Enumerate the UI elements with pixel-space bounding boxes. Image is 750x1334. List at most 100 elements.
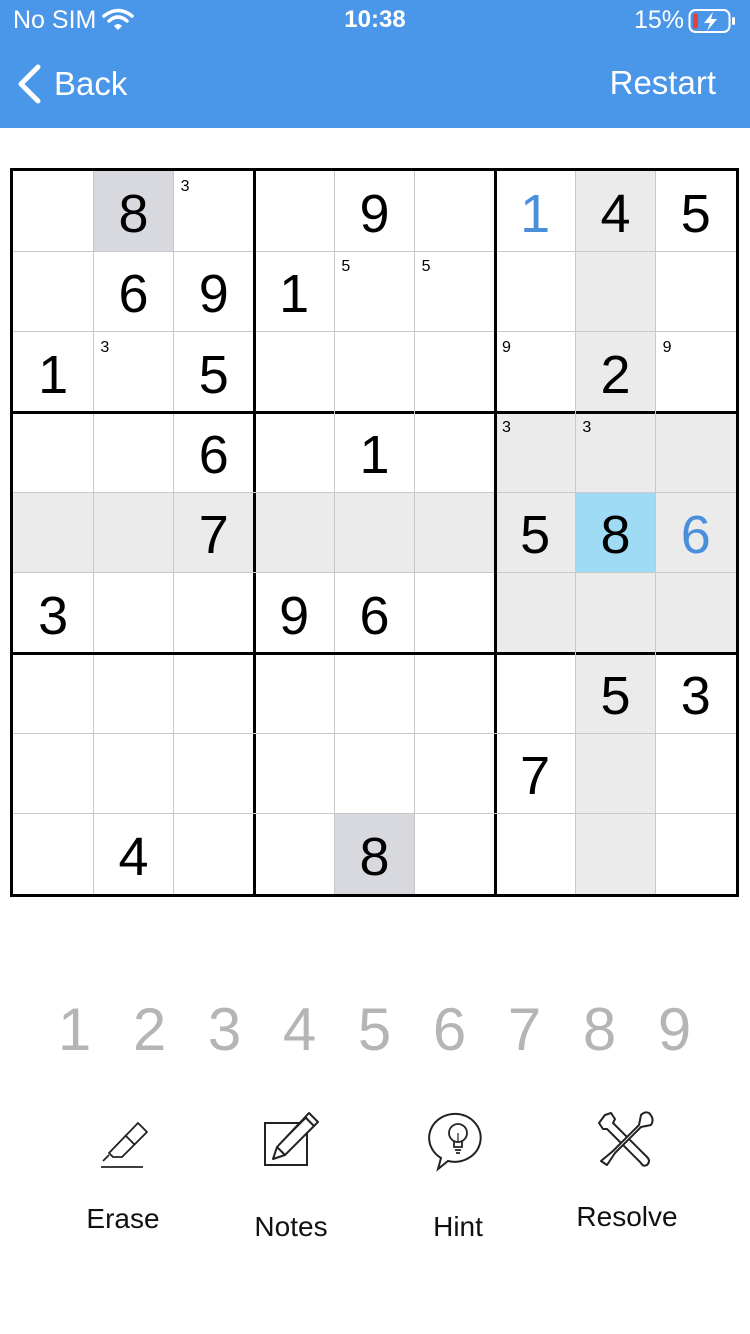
board-cell[interactable] xyxy=(13,412,93,492)
board-cell[interactable] xyxy=(575,572,656,653)
board-cell[interactable] xyxy=(334,492,415,573)
back-label: Back xyxy=(54,65,128,102)
board-cell[interactable]: 6 xyxy=(93,251,173,331)
board-cell[interactable]: 5 xyxy=(415,251,495,331)
board-cell[interactable] xyxy=(656,814,736,894)
board-cell[interactable] xyxy=(656,251,736,331)
board-cell[interactable] xyxy=(575,813,656,894)
board-cell[interactable]: 9 xyxy=(495,332,575,412)
board-cell[interactable]: 4 xyxy=(93,814,173,894)
board-cell[interactable] xyxy=(575,733,656,814)
board-cell[interactable]: 6 xyxy=(655,492,736,573)
board-cell[interactable] xyxy=(655,572,736,653)
board-cell[interactable] xyxy=(93,492,174,573)
board-cell[interactable]: 5 xyxy=(575,653,656,734)
board-cell[interactable]: 3 xyxy=(13,573,93,653)
board-cell[interactable] xyxy=(93,412,173,492)
grid-line xyxy=(574,171,577,894)
board-cell[interactable]: 5 xyxy=(495,492,576,573)
erase-button[interactable]: Erase xyxy=(73,1115,173,1235)
board-cell[interactable]: 1 xyxy=(254,251,334,331)
board-cell[interactable]: 9 xyxy=(656,332,736,412)
grid-line xyxy=(13,651,736,655)
board-cell[interactable] xyxy=(93,573,173,653)
board-cell[interactable]: 8 xyxy=(334,813,415,894)
board-cell[interactable] xyxy=(254,412,334,492)
notes-button[interactable]: Notes xyxy=(241,1109,341,1243)
number-key-1[interactable]: 1 xyxy=(37,995,112,1065)
board-cell[interactable] xyxy=(415,573,495,653)
board-cell[interactable] xyxy=(495,251,575,331)
given-digit: 6 xyxy=(198,425,229,486)
board-cell[interactable] xyxy=(415,814,495,894)
resolve-button[interactable]: Resolve xyxy=(567,1109,687,1233)
board-cell[interactable] xyxy=(254,332,334,412)
number-key-6[interactable]: 6 xyxy=(412,995,487,1065)
board-cell[interactable]: 7 xyxy=(495,733,575,813)
board-cell[interactable] xyxy=(174,653,254,733)
board-cell[interactable] xyxy=(415,653,495,733)
board-cell[interactable] xyxy=(495,572,576,653)
board-cell[interactable] xyxy=(495,814,575,894)
board-cell[interactable]: 3 xyxy=(656,653,736,733)
board-cell[interactable]: 4 xyxy=(575,171,656,252)
board-cell[interactable] xyxy=(655,412,736,493)
board-cell[interactable] xyxy=(254,814,334,894)
board-cell[interactable]: 9 xyxy=(254,573,334,653)
board-cell[interactable] xyxy=(13,653,93,733)
board-cell[interactable] xyxy=(495,653,575,733)
board-cell[interactable]: 3 xyxy=(174,171,254,251)
board-cell[interactable] xyxy=(13,251,93,331)
board-cell[interactable]: 5 xyxy=(334,251,414,331)
board-cell[interactable] xyxy=(254,171,334,251)
board-cell[interactable]: 6 xyxy=(334,573,414,653)
board-cell[interactable]: 3 xyxy=(495,412,576,493)
board-cell[interactable] xyxy=(575,251,656,332)
board-cell[interactable] xyxy=(13,171,93,251)
board-cell[interactable]: 1 xyxy=(495,171,575,251)
board-cell[interactable] xyxy=(414,492,495,573)
board-cell[interactable]: 6 xyxy=(174,412,254,492)
board-cell[interactable]: 3 xyxy=(575,412,656,493)
board-cell[interactable]: 3 xyxy=(93,332,173,412)
back-button[interactable]: Back xyxy=(16,62,127,106)
board-cell[interactable]: 1 xyxy=(13,332,93,412)
board-cell[interactable] xyxy=(174,733,254,813)
board-cell[interactable] xyxy=(174,814,254,894)
number-key-7[interactable]: 7 xyxy=(487,995,562,1065)
board-cell[interactable] xyxy=(334,332,414,412)
board-cell[interactable]: 5 xyxy=(656,171,736,251)
board-cell[interactable] xyxy=(415,412,495,492)
board-cell[interactable] xyxy=(174,573,254,653)
board-cell[interactable]: 8 xyxy=(575,492,656,573)
board-cell[interactable] xyxy=(254,733,334,813)
number-key-2[interactable]: 2 xyxy=(112,995,187,1065)
hint-button[interactable]: Hint xyxy=(408,1109,508,1243)
board-cell[interactable] xyxy=(656,733,736,813)
board-cell[interactable] xyxy=(334,733,414,813)
board-cell[interactable]: 2 xyxy=(575,331,656,412)
board-cell[interactable] xyxy=(254,492,335,573)
board-cell[interactable] xyxy=(415,733,495,813)
board-cell[interactable] xyxy=(254,653,334,733)
board-cell[interactable]: 7 xyxy=(173,492,254,573)
board-cell[interactable] xyxy=(93,653,173,733)
board-cell[interactable]: 1 xyxy=(334,412,414,492)
board-cell[interactable] xyxy=(13,492,94,573)
board-cell[interactable] xyxy=(13,733,93,813)
board-cell[interactable] xyxy=(415,332,495,412)
board-cell[interactable]: 8 xyxy=(93,171,174,252)
number-key-5[interactable]: 5 xyxy=(337,995,412,1065)
number-key-8[interactable]: 8 xyxy=(562,995,637,1065)
number-key-4[interactable]: 4 xyxy=(262,995,337,1065)
board-cell[interactable] xyxy=(13,814,93,894)
board-cell[interactable] xyxy=(415,171,495,251)
board-cell[interactable] xyxy=(334,653,414,733)
restart-button[interactable]: Restart xyxy=(610,64,716,102)
board-cell[interactable] xyxy=(93,733,173,813)
board-cell[interactable]: 5 xyxy=(174,332,254,412)
board-cell[interactable]: 9 xyxy=(334,171,414,251)
number-key-9[interactable]: 9 xyxy=(637,995,712,1065)
number-key-3[interactable]: 3 xyxy=(187,995,262,1065)
board-cell[interactable]: 9 xyxy=(174,251,254,331)
